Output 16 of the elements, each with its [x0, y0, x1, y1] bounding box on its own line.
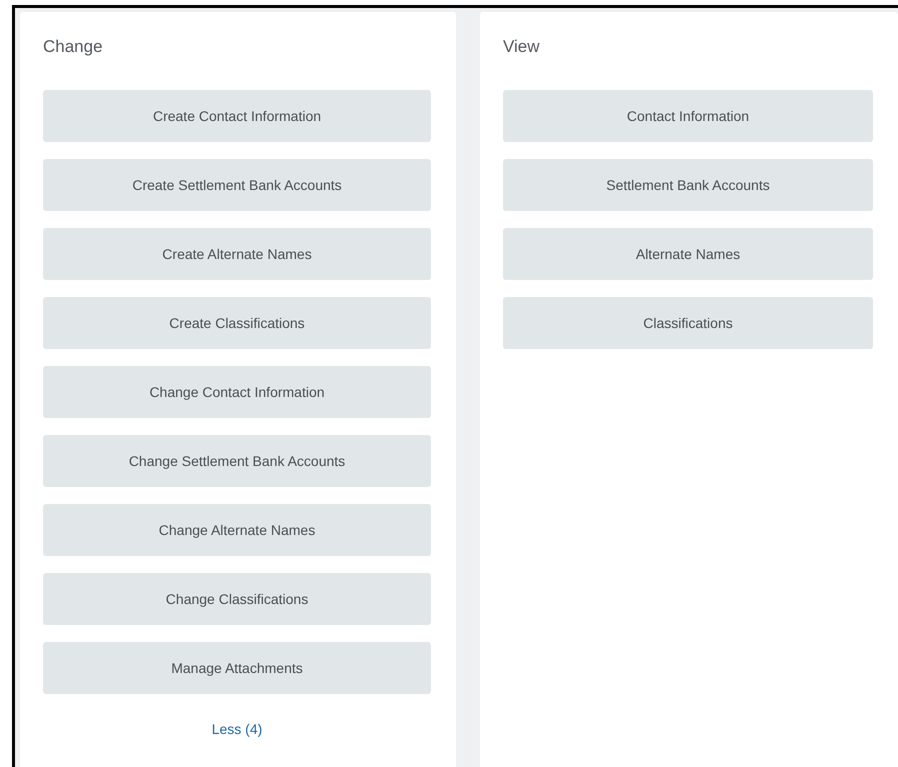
panel-heading: Change: [43, 36, 104, 58]
action-button[interactable]: Create Alternate Names: [43, 228, 431, 280]
action-button[interactable]: Change Settlement Bank Accounts: [43, 435, 431, 487]
action-button[interactable]: Create Settlement Bank Accounts: [43, 159, 431, 211]
action-button[interactable]: Change Alternate Names: [43, 504, 431, 556]
action-button[interactable]: Alternate Names: [503, 228, 873, 280]
less-link[interactable]: Less (4): [212, 719, 262, 740]
action-button[interactable]: Manage Attachments: [43, 642, 431, 694]
action-button[interactable]: Contact Information: [503, 90, 873, 142]
action-button[interactable]: Classifications: [503, 297, 873, 349]
action-button[interactable]: Create Classifications: [43, 297, 431, 349]
action-button[interactable]: Settlement Bank Accounts: [503, 159, 873, 211]
action-button[interactable]: Change Classifications: [43, 573, 431, 625]
action-button[interactable]: Create Contact Information: [43, 90, 431, 142]
panel-heading: View: [503, 36, 541, 58]
action-button[interactable]: Change Contact Information: [43, 366, 431, 418]
